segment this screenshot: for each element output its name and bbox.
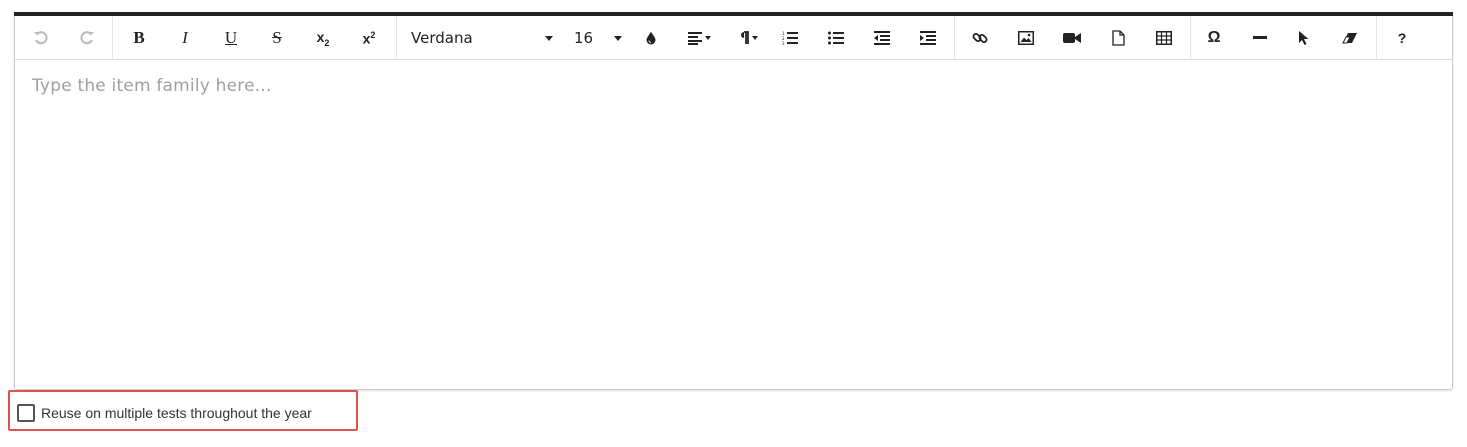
chevron-down-icon bbox=[614, 35, 622, 41]
outdent-button[interactable] bbox=[869, 16, 895, 60]
cursor-arrow-icon bbox=[1299, 31, 1309, 45]
align-button[interactable] bbox=[683, 16, 717, 60]
ink-drop-icon bbox=[646, 32, 656, 45]
indent-button[interactable] bbox=[915, 16, 941, 60]
indent-icon bbox=[920, 31, 936, 45]
insert-file-button[interactable] bbox=[1105, 16, 1131, 60]
superscript-button[interactable]: x2 bbox=[355, 16, 383, 60]
horizontal-line-icon bbox=[1253, 36, 1267, 39]
ordered-list-button[interactable]: 1 2 3 bbox=[777, 16, 803, 60]
eraser-icon bbox=[1342, 33, 1357, 44]
strikethrough-icon: S bbox=[272, 28, 282, 47]
underline-button[interactable]: U bbox=[217, 16, 245, 60]
paragraph-format-button[interactable] bbox=[733, 16, 765, 60]
toolbar-separator bbox=[954, 16, 955, 60]
strikethrough-button[interactable]: S bbox=[263, 16, 291, 60]
bulleted-list-icon bbox=[828, 31, 844, 45]
italic-button[interactable]: I bbox=[171, 16, 199, 60]
insert-image-button[interactable] bbox=[1013, 16, 1039, 60]
video-camera-icon bbox=[1063, 33, 1081, 43]
clear-formatting-button[interactable] bbox=[1337, 16, 1363, 60]
image-icon bbox=[1018, 31, 1034, 45]
toolbar-separator bbox=[396, 16, 397, 60]
italic-icon: I bbox=[182, 28, 188, 47]
reuse-checkbox[interactable] bbox=[17, 404, 35, 422]
rich-text-editor: B I U S x2 x2 Verdana 16 1 2 3 Ω ? Type … bbox=[14, 12, 1453, 390]
reuse-option-highlight: Reuse on multiple tests throughout the y… bbox=[8, 390, 358, 431]
help-button[interactable]: ? bbox=[1389, 16, 1415, 60]
editor-content-area[interactable]: Type the item family here... bbox=[32, 76, 272, 96]
insert-table-button[interactable] bbox=[1151, 16, 1177, 60]
underline-icon: U bbox=[224, 28, 238, 47]
help-icon: ? bbox=[1397, 30, 1407, 46]
table-icon bbox=[1156, 31, 1172, 45]
font-size-select[interactable]: 16 bbox=[574, 16, 614, 60]
font-size-value: 16 bbox=[574, 29, 594, 47]
font-family-value: Verdana bbox=[411, 29, 473, 47]
redo-button[interactable] bbox=[73, 16, 101, 60]
font-size-dropdown[interactable] bbox=[610, 16, 626, 60]
outdent-icon bbox=[874, 31, 890, 45]
editor-placeholder: Type the item family here... bbox=[32, 76, 272, 96]
insert-video-button[interactable] bbox=[1059, 16, 1085, 60]
font-family-dropdown[interactable] bbox=[541, 16, 557, 60]
toolbar-separator bbox=[112, 16, 113, 60]
ordered-list-icon: 1 2 3 bbox=[782, 31, 798, 45]
reuse-checkbox-label[interactable]: Reuse on multiple tests throughout the y… bbox=[41, 405, 312, 421]
subscript-button[interactable]: x2 bbox=[309, 16, 337, 60]
font-family-select[interactable]: Verdana bbox=[411, 16, 555, 60]
bold-icon: B bbox=[133, 28, 145, 47]
undo-icon bbox=[34, 31, 48, 45]
omega-icon: Ω bbox=[1207, 29, 1221, 46]
align-left-icon bbox=[688, 32, 711, 45]
insert-link-button[interactable] bbox=[967, 16, 993, 60]
toolbar-separator bbox=[1190, 16, 1191, 60]
superscript-icon: x2 bbox=[362, 29, 376, 47]
chevron-down-icon bbox=[545, 35, 553, 41]
svg-text:3: 3 bbox=[782, 41, 785, 45]
unordered-list-button[interactable] bbox=[823, 16, 849, 60]
editor-toolbar: B I U S x2 x2 Verdana 16 1 2 3 Ω ? bbox=[15, 16, 1452, 60]
file-icon bbox=[1111, 30, 1125, 46]
subscript-icon: x2 bbox=[316, 28, 330, 48]
toolbar-separator bbox=[1376, 16, 1377, 60]
undo-button[interactable] bbox=[27, 16, 55, 60]
select-all-button[interactable] bbox=[1291, 16, 1317, 60]
special-character-button[interactable]: Ω bbox=[1201, 16, 1227, 60]
redo-icon bbox=[80, 31, 94, 45]
horizontal-line-button[interactable] bbox=[1247, 16, 1273, 60]
bold-button[interactable]: B bbox=[125, 16, 153, 60]
link-icon bbox=[972, 33, 988, 43]
text-color-button[interactable] bbox=[639, 16, 663, 60]
pilcrow-icon bbox=[741, 31, 758, 44]
